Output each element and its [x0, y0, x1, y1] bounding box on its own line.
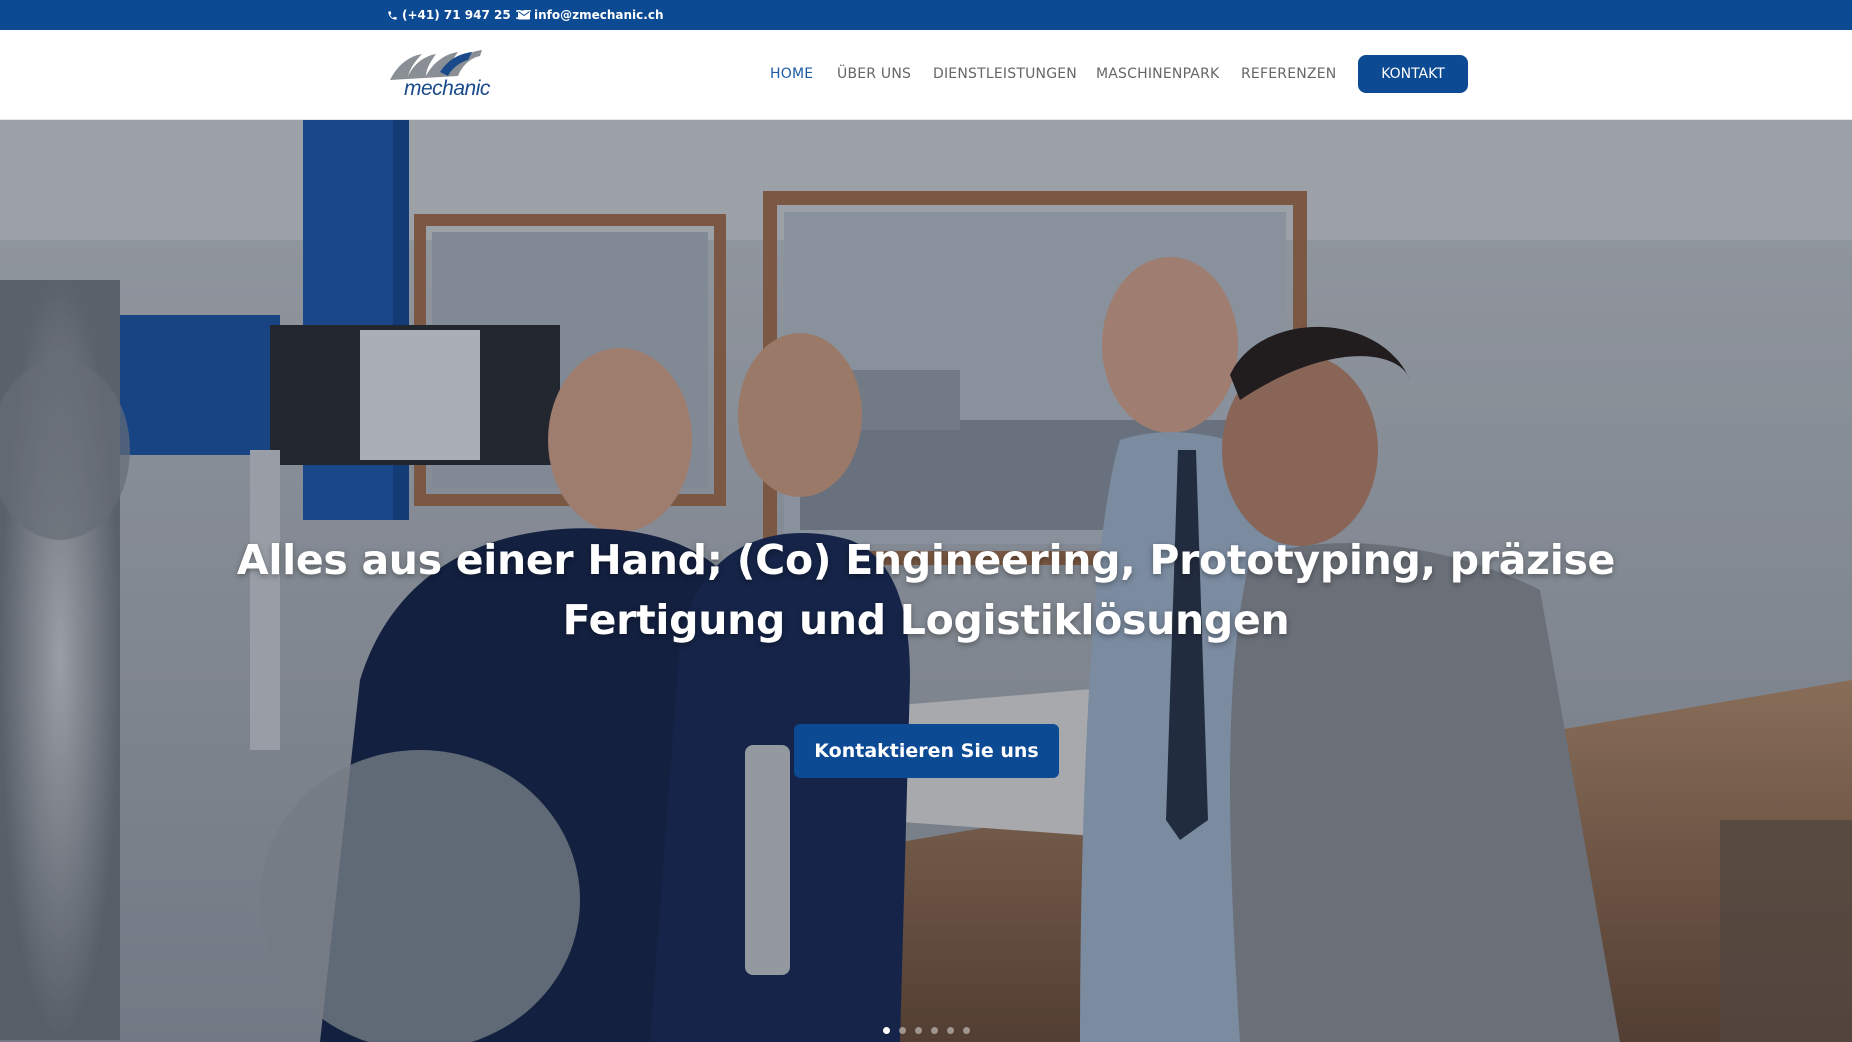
phone-number[interactable]: (+41) 71 947 25 17 [402, 8, 532, 22]
nav-item-dienstleistungen[interactable]: DIENSTLEISTUNGEN [933, 66, 1077, 82]
site-header: mechanic HOME ÜBER UNS DIENSTLEISTUNGEN … [0, 30, 1852, 120]
slider-dot-1[interactable] [882, 1027, 890, 1034]
slider-dot-4[interactable] [930, 1027, 938, 1034]
nav-item-home[interactable]: HOME [770, 66, 813, 82]
main-navigation: HOME ÜBER UNS DIENSTLEISTUNGEN MASCHINEN… [0, 30, 1852, 120]
hero-headline: Alles aus einer Hand; (Co) Engineering, … [226, 530, 1626, 650]
kontakt-button[interactable]: KONTAKT [1358, 55, 1468, 93]
kontaktieren-sie-uns-button[interactable]: Kontaktieren Sie uns [794, 724, 1059, 778]
hero-headline-line-2: Fertigung und Logistiklösungen [562, 596, 1290, 644]
phone-contact[interactable]: (+41) 71 947 25 17 [387, 0, 532, 30]
hero-headline-line-1: Alles aus einer Hand; (Co) Engineering, … [236, 536, 1616, 584]
phone-icon [388, 10, 397, 20]
nav-item-ueber-uns[interactable]: ÜBER UNS [837, 66, 911, 82]
slider-dot-3[interactable] [914, 1027, 922, 1034]
slider-pagination [0, 1027, 1852, 1037]
email-address[interactable]: info@zmechanic.ch [534, 8, 664, 22]
email-contact[interactable]: info@zmechanic.ch [518, 0, 664, 30]
envelope-icon [518, 10, 530, 20]
nav-item-referenzen[interactable]: REFERENZEN [1241, 66, 1336, 82]
hero-slider: Alles aus einer Hand; (Co) Engineering, … [0, 120, 1852, 1042]
top-info-bar: (+41) 71 947 25 17 info@zmechanic.ch [0, 0, 1852, 30]
slider-dot-2[interactable] [898, 1027, 906, 1034]
nav-item-maschinenpark[interactable]: MASCHINENPARK [1096, 66, 1219, 82]
slider-dot-6[interactable] [962, 1027, 970, 1034]
slider-dot-5[interactable] [946, 1027, 954, 1034]
